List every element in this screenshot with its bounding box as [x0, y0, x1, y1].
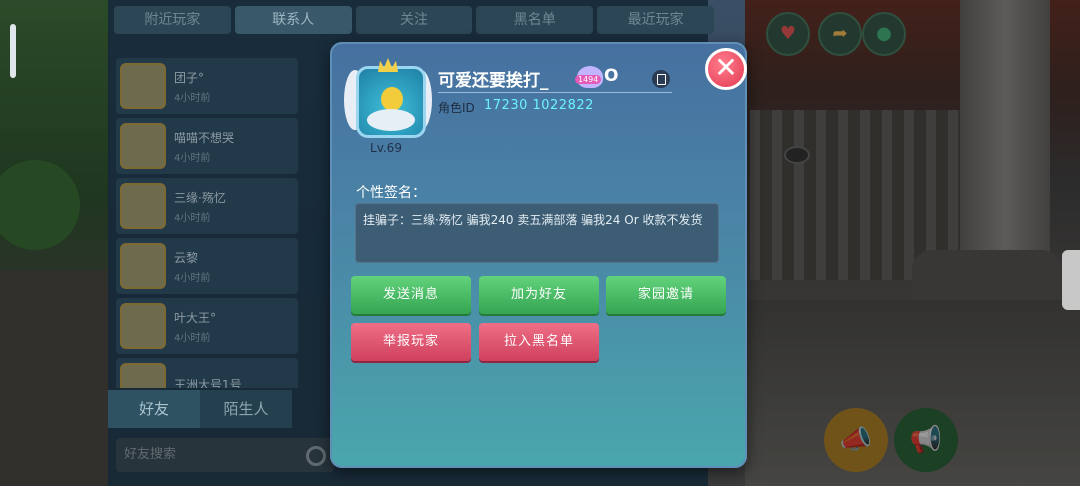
- friend-status: 4小时前: [174, 332, 211, 344]
- player-level: Lv.69: [370, 141, 402, 155]
- tab-recent-players[interactable]: 最近玩家: [597, 6, 714, 34]
- signature-label: 个性签名：: [356, 185, 426, 201]
- add-friend-button[interactable]: 加为好友: [479, 276, 599, 314]
- report-player-button[interactable]: 举报玩家: [351, 323, 471, 361]
- tab-nearby-players[interactable]: 附近玩家: [114, 6, 231, 34]
- left-slider-handle[interactable]: [10, 24, 16, 78]
- avatar: [120, 243, 166, 289]
- friend-search-input[interactable]: 好友搜索: [116, 438, 334, 472]
- avatar: [120, 303, 166, 349]
- share-icon[interactable]: ➦: [818, 12, 862, 56]
- search-icon[interactable]: [306, 446, 326, 466]
- player-avatar-frame[interactable]: [344, 58, 432, 140]
- friend-name: 云黎: [174, 250, 199, 265]
- friend-status: 4小时前: [174, 212, 211, 224]
- eye-icon[interactable]: [784, 146, 810, 164]
- droplet-icon[interactable]: ●: [862, 12, 906, 56]
- avatar: [120, 363, 166, 388]
- player-name: 可爱还要挨打_: [438, 71, 549, 91]
- chick-character-icon: [381, 87, 403, 111]
- divider: [438, 92, 672, 93]
- list-item[interactable]: 叶大王° 4小时前: [116, 298, 298, 354]
- list-item[interactable]: 团子° 4小时前: [116, 58, 298, 114]
- player-name-suffix: O: [604, 66, 619, 86]
- tab-blacklist[interactable]: 黑名单: [476, 6, 594, 34]
- friend-list: 团子° 4小时前 喵喵不想哭 4小时前 三缘·殇忆 4小时前 云黎 4小时前 叶…: [116, 58, 298, 388]
- heart-badge-count: 1494: [575, 75, 602, 84]
- avatar: [120, 183, 166, 229]
- list-item[interactable]: 王洲大号1号: [116, 358, 298, 388]
- friend-status: 4小时前: [174, 152, 211, 164]
- megaphone-icon[interactable]: 📣: [824, 408, 888, 472]
- add-to-blacklist-button[interactable]: 拉入黑名单: [479, 323, 599, 361]
- list-item[interactable]: 三缘·殇忆 4小时前: [116, 178, 298, 234]
- tab-friends[interactable]: 好友: [108, 390, 200, 428]
- avatar: [120, 63, 166, 109]
- avatar: [120, 123, 166, 169]
- tab-contacts[interactable]: 联系人: [234, 6, 352, 34]
- heart-icon[interactable]: ♥: [766, 12, 810, 56]
- scene-floor-left: [0, 270, 110, 486]
- heart-badge-icon: 1494: [575, 66, 603, 88]
- friend-status: 4小时前: [174, 92, 211, 104]
- avatar: [356, 66, 426, 138]
- list-item[interactable]: 云黎 4小时前: [116, 238, 298, 294]
- friend-name: 王洲大号1号: [174, 378, 242, 388]
- side-handle[interactable]: [1062, 250, 1080, 310]
- home-invite-button[interactable]: 家园邀请: [606, 276, 726, 314]
- tab-follow[interactable]: 关注: [355, 6, 473, 34]
- friend-name: 团子°: [174, 70, 205, 85]
- whale-icon: [367, 109, 415, 131]
- signature-box: 挂骗子：三缘·殇忆 骗我240 卖五满部落 骗我24 Or 收款不发货: [355, 203, 719, 263]
- social-top-tabs: 附近玩家 联系人 关注 黑名单 最近玩家: [108, 6, 714, 36]
- role-id-label: 角色ID: [438, 101, 475, 115]
- search-placeholder: 好友搜索: [124, 447, 177, 462]
- copy-icon[interactable]: [652, 70, 670, 88]
- close-button[interactable]: ✕: [705, 48, 747, 90]
- list-item[interactable]: 喵喵不想哭 4小时前: [116, 118, 298, 174]
- friend-name: 叶大王°: [174, 310, 217, 325]
- crown-icon: [378, 58, 398, 72]
- friend-name: 三缘·殇忆: [174, 190, 226, 205]
- send-message-button[interactable]: 发送消息: [351, 276, 471, 314]
- friend-name: 喵喵不想哭: [174, 130, 235, 145]
- friend-status: 4小时前: [174, 272, 211, 284]
- role-id-value: 17230 1022822: [484, 98, 594, 113]
- signature-text: 挂骗子：三缘·殇忆 骗我240 卖五满部落 骗我24 Or 收款不发货: [363, 213, 703, 227]
- megaphone-alt-icon[interactable]: 📢: [894, 408, 958, 472]
- tab-strangers[interactable]: 陌生人: [200, 390, 292, 428]
- friend-type-tabs: 好友 陌生人: [108, 390, 298, 428]
